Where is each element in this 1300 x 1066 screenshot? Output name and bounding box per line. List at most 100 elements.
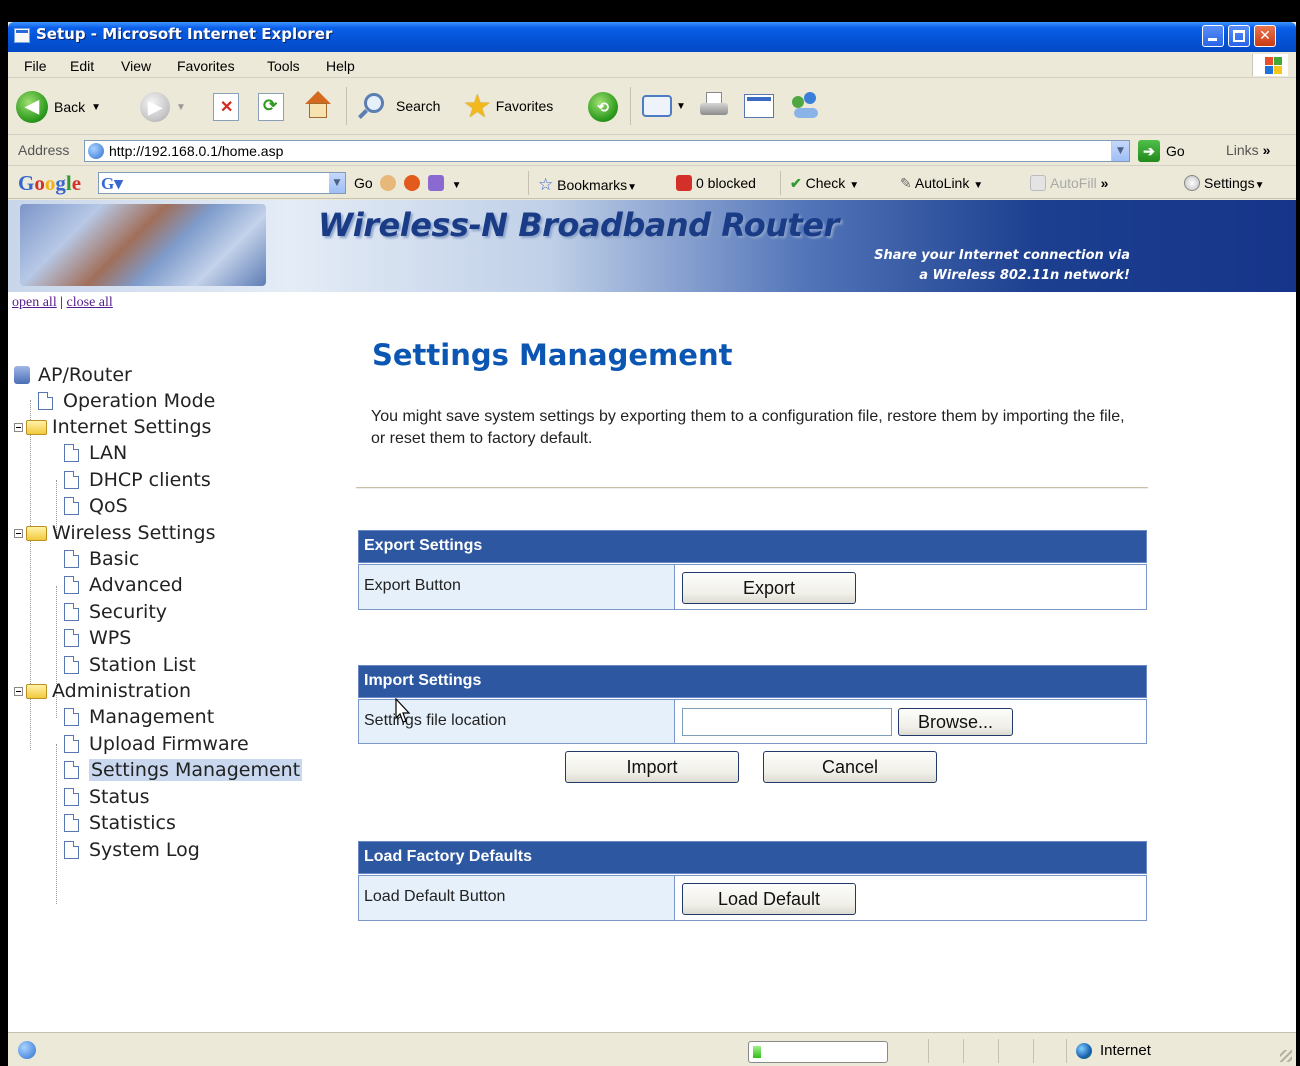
title-bar[interactable]: Setup - Microsoft Internet Explorer ✕	[8, 22, 1296, 52]
menu-tools[interactable]: Tools	[267, 58, 300, 74]
close-icon: ✕	[1259, 28, 1271, 44]
tree-item-internet-settings[interactable]: Internet Settings	[14, 414, 211, 440]
tree-item-administration[interactable]: Administration	[14, 678, 191, 704]
page-icon	[64, 841, 79, 859]
tree-item-wireless-settings[interactable]: Wireless Settings	[14, 520, 215, 546]
tree-item-wps[interactable]: WPS	[64, 625, 131, 651]
close-all-link[interactable]: close all	[67, 295, 113, 310]
popup-blocker-button[interactable]: 0 blocked	[676, 175, 756, 191]
maximize-icon	[1233, 30, 1245, 42]
tree-item-management[interactable]: Management	[64, 704, 214, 730]
tree-item-statistics[interactable]: Statistics	[64, 810, 176, 836]
page-icon	[64, 629, 79, 647]
tree-label: Upload Firmware	[89, 733, 249, 755]
open-all-link[interactable]: open all	[12, 295, 57, 310]
tree-item-system-log[interactable]: System Log	[64, 837, 200, 863]
divider	[356, 487, 1148, 489]
menu-favorites[interactable]: Favorites	[177, 58, 235, 74]
menu-edit[interactable]: Edit	[70, 58, 94, 74]
collapse-icon[interactable]	[14, 422, 23, 432]
cancel-button[interactable]: Cancel	[763, 751, 937, 783]
address-input[interactable]: http://192.168.0.1/home.asp ▼	[84, 140, 1130, 162]
maximize-button[interactable]	[1228, 25, 1250, 47]
export-button[interactable]: Export	[682, 572, 856, 604]
blocked-icon	[676, 175, 692, 191]
refresh-button[interactable]: ⟳	[258, 93, 284, 121]
forward-button[interactable]: ▶ ▼	[140, 92, 186, 122]
tree-item-advanced[interactable]: Advanced	[64, 572, 183, 598]
standard-toolbar: ◀ Back ▼ ▶ ▼ ✕ ⟳ Search ★ Favorites ⟲ ▼	[8, 79, 1296, 135]
menu-view[interactable]: View	[121, 58, 151, 74]
ie-window-icon[interactable]	[14, 28, 30, 43]
mail-dropdown-icon[interactable]: ▼	[676, 101, 686, 112]
export-row: Export Button Export	[358, 564, 1147, 610]
search-button[interactable]: Search	[358, 92, 440, 120]
minimize-button[interactable]	[1202, 25, 1224, 47]
go-button[interactable]: ➔ Go	[1138, 140, 1185, 162]
print-button[interactable]	[698, 92, 728, 120]
import-button[interactable]: Import	[565, 751, 739, 783]
browser-window: Setup - Microsoft Internet Explorer ✕ Fi…	[8, 22, 1296, 1066]
autolink-button[interactable]: ✎ AutoLink ▼	[900, 175, 983, 192]
google-settings-button[interactable]: Settings▼	[1184, 175, 1265, 191]
tree-label: Statistics	[89, 812, 176, 834]
tree-item-dhcp-clients[interactable]: DHCP clients	[64, 467, 211, 493]
tree-root[interactable]: AP/Router	[14, 362, 132, 388]
back-dropdown-icon[interactable]: ▼	[91, 102, 101, 113]
menu-file[interactable]: File	[24, 58, 47, 74]
history-button[interactable]: ⟲	[588, 92, 618, 122]
tree-item-settings-management[interactable]: Settings Management	[64, 757, 303, 783]
status-separator	[963, 1039, 964, 1063]
tree-label: Settings Management	[89, 759, 303, 781]
tree-item-status[interactable]: Status	[64, 784, 150, 810]
address-dropdown-icon[interactable]: ▼	[1111, 141, 1129, 161]
page-icon	[64, 656, 79, 674]
page-icon	[64, 814, 79, 832]
tree-line	[56, 744, 57, 904]
page-description: You might save system settings by export…	[371, 408, 1125, 447]
settings-file-input[interactable]	[682, 708, 892, 736]
tree-label: Security	[89, 601, 168, 623]
stop-button[interactable]: ✕	[213, 93, 239, 121]
bookmarks-button[interactable]: ☆ Bookmarks▼	[538, 175, 637, 195]
settings-label: Settings	[1204, 175, 1255, 191]
popup-icon	[403, 175, 420, 191]
mail-button[interactable]: ▼	[642, 95, 686, 117]
google-search-dropdown-icon[interactable]: ▼	[329, 173, 345, 193]
collapse-icon[interactable]	[14, 686, 23, 696]
back-arrow-icon: ◀	[16, 91, 48, 123]
google-logo[interactable]: Google	[18, 171, 81, 196]
tree-item-upload-firmware[interactable]: Upload Firmware	[64, 731, 249, 757]
google-search-input[interactable]: G▾ ▼	[98, 172, 346, 194]
links-button[interactable]: Links »	[1226, 142, 1270, 158]
spellcheck-icon: ✔	[790, 175, 802, 191]
messenger-icon	[790, 92, 822, 120]
favorites-button[interactable]: ★ Favorites	[463, 88, 553, 124]
page-icon	[64, 735, 79, 753]
tree-item-lan[interactable]: LAN	[64, 440, 127, 466]
edit-button[interactable]	[744, 94, 774, 118]
forward-dropdown-icon[interactable]: ▼	[176, 102, 186, 113]
tree-item-station-list[interactable]: Station List	[64, 652, 196, 678]
close-button[interactable]: ✕	[1254, 25, 1276, 47]
autolink-label: AutoLink	[914, 175, 970, 191]
security-zone-label: Internet	[1100, 1042, 1151, 1059]
collapse-icon[interactable]	[14, 528, 23, 538]
tree-item-basic[interactable]: Basic	[64, 546, 139, 572]
browse-button[interactable]: Browse...	[898, 708, 1013, 736]
tree-item-operation-mode[interactable]: Operation Mode	[38, 388, 215, 414]
autofill-button[interactable]: AutoFill »	[1030, 175, 1108, 191]
back-button[interactable]: ◀ Back ▼	[16, 91, 101, 123]
go-arrow-icon: ➔	[1138, 140, 1160, 162]
resize-grip-icon[interactable]	[1280, 1050, 1292, 1062]
spellcheck-button[interactable]: ✔ Check ▼	[790, 175, 859, 192]
google-buttons-icons[interactable]: ▼	[380, 175, 462, 191]
menu-help[interactable]: Help	[326, 58, 355, 74]
load-default-button[interactable]: Load Default	[682, 883, 856, 915]
home-button[interactable]	[302, 91, 334, 121]
messenger-button[interactable]	[790, 92, 822, 120]
tree-item-security[interactable]: Security	[64, 599, 167, 625]
google-go-button[interactable]: Go	[354, 175, 373, 191]
favorites-star-icon: ★	[463, 88, 492, 124]
tree-item-qos[interactable]: QoS	[64, 493, 128, 519]
